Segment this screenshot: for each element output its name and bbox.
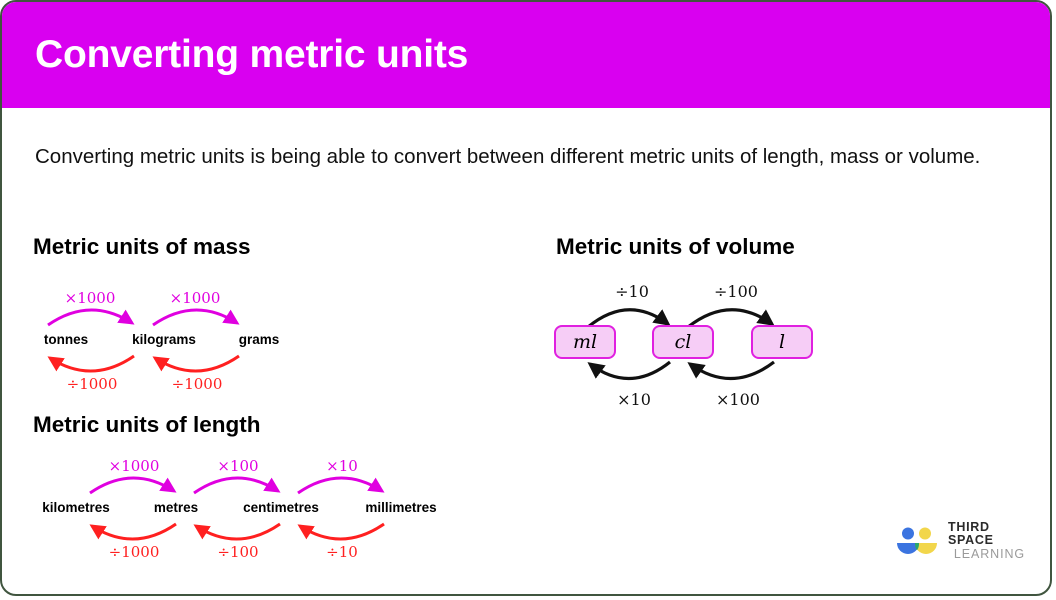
length-unit-metres: metres xyxy=(153,500,199,515)
mass-divide-label-1: ÷1000 xyxy=(66,375,118,393)
volume-bottom-arrow-2 xyxy=(687,360,775,381)
logo-line-2: LEARNING xyxy=(953,546,1025,561)
length-unit-centimetres: centimetres xyxy=(243,500,319,515)
mass-multiply-label-2: ×1000 xyxy=(169,289,221,307)
length-divide-arrow-3 xyxy=(297,522,385,541)
volume-unit-box-l: l xyxy=(751,325,813,359)
length-divide-label-2: ÷100 xyxy=(217,543,259,561)
diagram-metric-units-of-length: kilometres metres centimetres millimetre… xyxy=(22,448,462,566)
volume-bottom-label-2: ×100 xyxy=(716,390,760,409)
length-unit-millimetres: millimetres xyxy=(365,500,437,515)
volume-bottom-arrow-1 xyxy=(587,360,671,381)
heading-metric-units-of-length: Metric units of length xyxy=(33,412,261,437)
diagram-metric-units-of-mass: tonnes kilograms grams ×1000 ×1000 ÷1000… xyxy=(22,280,322,398)
volume-top-label-1: ÷10 xyxy=(615,282,649,301)
logo-wordmark: THIRD SPACE LEARNING xyxy=(948,519,1025,562)
heading-metric-units-of-volume: Metric units of volume xyxy=(556,234,795,259)
logo-line-1: THIRD SPACE xyxy=(948,519,994,548)
length-divide-arrow-1 xyxy=(89,522,177,541)
volume-top-label-2: ÷100 xyxy=(714,282,758,301)
length-multiply-label-3: ×10 xyxy=(326,457,358,475)
volume-unit-box-cl: cl xyxy=(652,325,714,359)
length-multiply-arrow-1 xyxy=(89,476,177,495)
length-multiply-arrow-2 xyxy=(193,476,281,495)
length-unit-kilometres: kilometres xyxy=(42,500,110,515)
diagram-metric-units-of-volume: ml cl l ÷10 ÷100 ×10 ×100 xyxy=(550,272,850,414)
length-multiply-label-1: ×1000 xyxy=(108,457,160,475)
lesson-card: Converting metric units Converting metri… xyxy=(0,0,1052,596)
length-multiply-label-2: ×100 xyxy=(217,457,259,475)
third-space-people-icon xyxy=(897,527,937,554)
heading-metric-units-of-mass: Metric units of mass xyxy=(33,234,251,259)
third-space-learning-logo: THIRD SPACE LEARNING xyxy=(895,519,1025,562)
volume-bottom-label-1: ×10 xyxy=(617,390,651,409)
intro-paragraph: Converting metric units is being able to… xyxy=(35,145,981,168)
page-title: Converting metric units xyxy=(35,33,469,76)
length-divide-label-1: ÷1000 xyxy=(108,543,160,561)
mass-multiply-arrow-1 xyxy=(47,308,135,327)
mass-multiply-label-1: ×1000 xyxy=(64,289,116,307)
mass-divide-arrow-1 xyxy=(47,354,135,373)
page-banner: Converting metric units xyxy=(2,2,1050,108)
mass-multiply-arrow-2 xyxy=(152,308,240,327)
mass-divide-arrow-2 xyxy=(152,354,240,373)
length-divide-arrow-2 xyxy=(193,522,281,541)
length-multiply-arrow-3 xyxy=(297,476,385,495)
mass-unit-grams: grams xyxy=(238,332,280,347)
mass-divide-label-2: ÷1000 xyxy=(171,375,223,393)
volume-unit-box-ml: ml xyxy=(554,325,616,359)
mass-unit-tonnes: tonnes xyxy=(43,332,89,347)
length-divide-label-3: ÷10 xyxy=(326,543,358,561)
mass-unit-kilograms: kilograms xyxy=(132,332,196,347)
